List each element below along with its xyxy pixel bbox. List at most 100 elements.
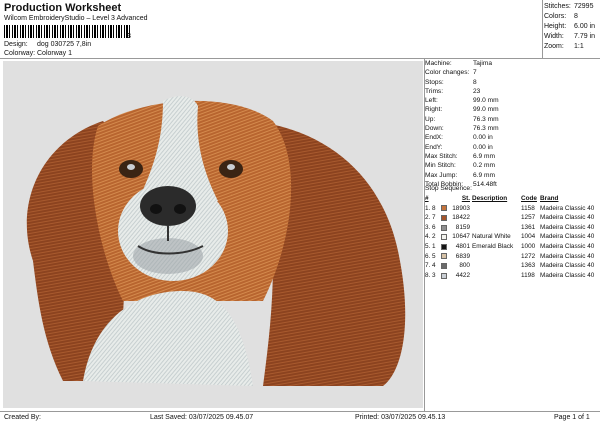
table-row: 7. 4 800 1363 Madeira Classic 40 xyxy=(425,261,598,271)
software-subtitle: Wilcom EmbroideryStudio – Level 3 Advanc… xyxy=(4,15,148,22)
stat-zoom: Zoom: 1:1 xyxy=(544,43,584,50)
stats-panel: Stitches: 72995 Colors: 8 Height: 6.00 i… xyxy=(544,2,600,52)
thread-color-icon xyxy=(441,272,447,279)
design-value: dog 030725 7,8in xyxy=(37,41,92,48)
thread-code: 1361 xyxy=(521,223,536,231)
page-title: Production Worksheet xyxy=(4,2,122,14)
color-index: 7 xyxy=(432,214,436,222)
page-number: Page 1 of 1 xyxy=(554,414,590,421)
color-index: 3 xyxy=(432,271,436,279)
thread-brand: Madeira Classic 40 xyxy=(540,204,595,212)
machine-info: Machine: Tajima Color changes: 7 Stops: 8 T… xyxy=(425,59,598,189)
color-index: 4 xyxy=(432,262,436,270)
colorway-value: Colorway 1 xyxy=(37,50,73,57)
thread-code: 1004 xyxy=(521,233,536,241)
stitch-count: 18422 xyxy=(452,214,470,222)
up-row: Up: 76.3 mm xyxy=(425,115,499,123)
color-description xyxy=(472,213,521,223)
dog-embroidery-image xyxy=(26,96,406,386)
color-index: 5 xyxy=(432,252,436,260)
stitch-count: 8159 xyxy=(455,223,470,231)
stitch-count: 4801 xyxy=(455,242,470,250)
color-description xyxy=(472,223,521,233)
min-stitch-row: Min Stitch: 0.2 mm xyxy=(425,162,495,170)
thread-code: 1272 xyxy=(521,252,536,260)
machine-row: Machine: Tajima xyxy=(425,60,493,67)
max-stitch-row: Max Stitch: 6.9 mm xyxy=(425,152,495,160)
footer: Created By: Last Saved: 03/07/2025 09.45… xyxy=(0,412,600,424)
thread-color-icon xyxy=(441,214,447,221)
thread-brand: Madeira Classic 40 xyxy=(540,233,595,241)
stop-number: 6. xyxy=(425,252,431,260)
right-row: Right: 99.0 mm xyxy=(425,106,499,114)
endx-row: EndX: 0.00 in xyxy=(425,134,493,142)
chin-shading xyxy=(133,238,203,274)
barcode xyxy=(4,25,130,38)
thread-code: 1363 xyxy=(521,262,536,270)
color-description xyxy=(472,261,521,271)
trims-row: Trims: 23 xyxy=(425,87,481,95)
table-row: 4. 2 10647 Natural White 1004 Madeira Classic… xyxy=(425,232,598,242)
stat-stitches: Stitches: 72995 xyxy=(544,3,594,10)
stitch-count: 800 xyxy=(459,262,470,270)
printed-date: Printed: 03/07/2025 09.45.13 xyxy=(355,414,446,421)
stop-number: 2. xyxy=(425,214,431,222)
right-eye-highlight xyxy=(227,164,235,170)
design-label: Design: xyxy=(4,41,28,48)
barcode-digit: 3 xyxy=(127,33,131,40)
thread-brand: Madeira Classic 40 xyxy=(540,262,595,270)
table-row: 1. 8 18903 1158 Madeira Classic 40 xyxy=(425,204,598,214)
color-swatch xyxy=(441,232,450,242)
color-description xyxy=(472,204,521,214)
color-description: Natural White xyxy=(472,233,511,241)
thread-color-icon xyxy=(441,224,447,231)
stop-number: 5. xyxy=(425,242,431,250)
max-jump-row: Max Jump: 6.9 mm xyxy=(425,171,495,179)
thread-color-icon xyxy=(441,243,447,250)
stitch-count: 18903 xyxy=(452,204,470,212)
color-swatch xyxy=(441,213,450,223)
thread-brand: Madeira Classic 40 xyxy=(540,223,595,231)
color-index: 1 xyxy=(432,242,436,250)
thread-code: 1257 xyxy=(521,214,536,222)
left-row: Left: 99.0 mm xyxy=(425,97,499,105)
stitch-count: 6839 xyxy=(455,252,470,260)
right-nostril xyxy=(174,204,186,214)
table-row: 6. 5 6839 1272 Madeira Classic 40 xyxy=(425,252,598,262)
table-row: 8. 3 4422 1198 Madeira Classic 40 xyxy=(425,271,598,281)
color-index: 2 xyxy=(432,233,436,241)
thread-brand: Madeira Classic 40 xyxy=(540,214,595,222)
table-row: 3. 6 8159 1361 Madeira Classic 40 xyxy=(425,223,598,233)
stop-sequence-title: Stop Sequence: xyxy=(425,185,472,192)
colorway-row: Colorway: Colorway 1 xyxy=(4,50,72,57)
table-header: # St. Description Code Brand xyxy=(425,195,559,202)
stitch-count: 4422 xyxy=(455,271,470,279)
stop-sequence-table: # St. Description Code Brand 1. 8 18903 115… xyxy=(425,194,598,280)
thread-code: 1000 xyxy=(521,242,536,250)
color-swatch xyxy=(441,223,450,233)
thread-color-icon xyxy=(441,234,447,241)
table-row: 5. 1 4801 Emerald Black 1000 Madeira Classic … xyxy=(425,242,598,252)
thread-color-icon xyxy=(441,253,447,260)
color-description xyxy=(472,252,521,262)
stat-height: Height: 6.00 in xyxy=(544,23,596,30)
stop-number: 3. xyxy=(425,223,431,231)
thread-brand: Madeira Classic 40 xyxy=(540,271,595,279)
stat-colors: Colors: 8 xyxy=(544,13,578,20)
nose xyxy=(140,186,196,226)
production-worksheet: Production Worksheet Wilcom EmbroiderySt… xyxy=(0,0,600,424)
left-nostril xyxy=(150,204,162,214)
color-swatch xyxy=(441,242,450,252)
color-index: 6 xyxy=(432,223,436,231)
thread-code: 1198 xyxy=(521,271,535,279)
stats-divider xyxy=(542,0,543,58)
created-by: Created By: xyxy=(4,414,41,421)
left-eye-highlight xyxy=(127,164,135,170)
color-changes-row: Color changes: 7 xyxy=(425,69,477,77)
stop-number: 1. xyxy=(425,204,431,212)
endy-row: EndY: 0.00 in xyxy=(425,143,493,151)
design-row: Design: dog 030725 7,8in xyxy=(4,41,91,48)
color-description: Emerald Black xyxy=(472,242,514,250)
color-swatch xyxy=(441,271,450,281)
table-row: 2. 7 18422 1257 Madeira Classic 40 xyxy=(425,213,598,223)
